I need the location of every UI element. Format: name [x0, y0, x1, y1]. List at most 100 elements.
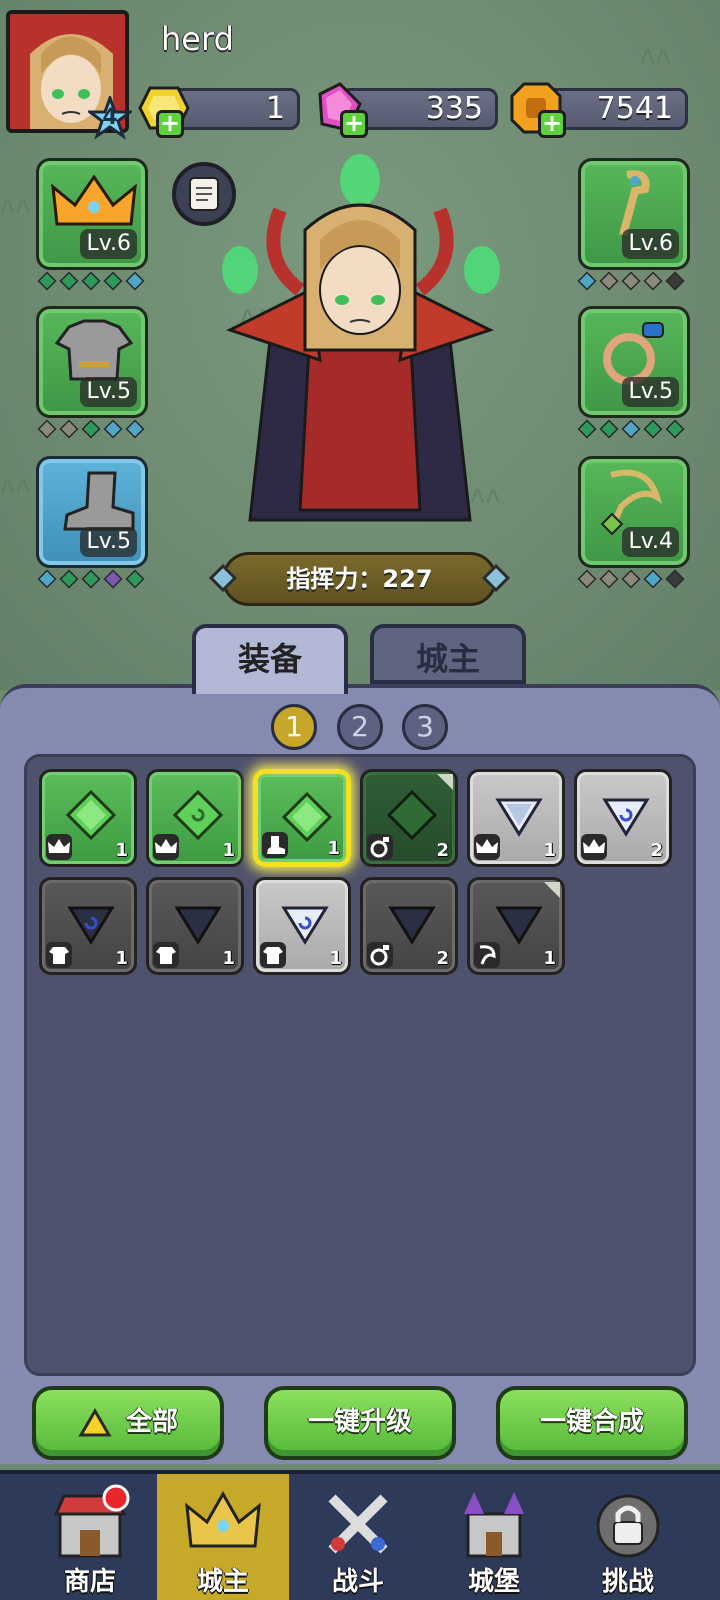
equip-slot-crown[interactable]: Lv.6	[36, 158, 148, 270]
merge-all-button[interactable]: 一键合成	[496, 1386, 688, 1460]
nav-lord[interactable]: 城主	[157, 1474, 289, 1600]
ring-level: Lv.5	[622, 377, 679, 407]
item-count: 2	[436, 948, 449, 969]
ring-gem-sockets	[577, 419, 685, 440]
filter-all-button[interactable]: 全部	[32, 1386, 224, 1460]
inventory-item[interactable]: 1	[467, 769, 565, 867]
item-count: 1	[327, 838, 340, 859]
ring-icon	[367, 942, 393, 968]
gem-socket	[37, 271, 57, 291]
equip-slot-armor[interactable]: Lv.5	[36, 306, 148, 418]
grass-decoration: ʌʌ	[0, 470, 31, 500]
gem-icon	[173, 790, 223, 840]
crown-level: Lv.6	[80, 229, 137, 259]
equip-slot-boots[interactable]: Lv.5	[36, 456, 148, 568]
add-gold-gem-button[interactable]: +	[156, 110, 184, 138]
corner-marker-icon	[437, 774, 453, 790]
lock-icon	[596, 1494, 660, 1558]
armor-icon	[46, 942, 72, 968]
nav-lord-label: 城主	[196, 1567, 249, 1597]
necklace-icon	[474, 942, 500, 968]
gem-socket	[665, 271, 685, 291]
gem-icon	[67, 906, 115, 945]
equip-slot-necklace[interactable]: Lv.4	[578, 456, 690, 568]
crown-icon	[153, 834, 179, 860]
inventory-item[interactable]: 1	[467, 877, 565, 975]
gem-icon	[282, 792, 332, 842]
equip-slot-staff[interactable]: Lv.6	[578, 158, 690, 270]
gem-icon	[495, 798, 543, 837]
nav-shop-label: 商店	[63, 1567, 116, 1597]
item-count: 1	[543, 948, 556, 969]
item-count: 1	[115, 840, 128, 861]
add-coin-button[interactable]: +	[538, 110, 566, 138]
inventory-item[interactable]: 1	[146, 769, 244, 867]
corner-marker-icon	[544, 882, 560, 898]
inventory-item[interactable]: 2	[574, 769, 672, 867]
gem-socket	[125, 569, 145, 589]
crown-icon	[46, 834, 72, 860]
armor-icon	[153, 942, 179, 968]
crown-icon	[581, 834, 607, 860]
inventory-item[interactable]: 1	[39, 769, 137, 867]
gem-icon	[602, 798, 650, 837]
page-3-button[interactable]: 3	[402, 704, 448, 750]
command-power-bar: 指挥力：227	[208, 552, 511, 606]
crown-icon	[474, 834, 500, 860]
inventory-item[interactable]: 1	[253, 877, 351, 975]
gem-socket	[125, 271, 145, 291]
inventory-item[interactable]: 2	[360, 769, 458, 867]
page-1-button[interactable]: 1	[271, 704, 317, 750]
player-level: 4	[102, 105, 118, 130]
gem-socket	[577, 419, 597, 439]
add-pink-gem-button[interactable]: +	[340, 110, 368, 138]
staff-gem-sockets	[577, 271, 685, 292]
inventory-item[interactable]: 1	[39, 877, 137, 975]
nav-castle[interactable]: 城堡	[428, 1474, 560, 1600]
boots-gem-sockets	[37, 569, 145, 590]
armor-icon	[260, 942, 286, 968]
gem-icon	[387, 790, 437, 840]
gem-socket	[59, 569, 79, 589]
item-count: 2	[650, 840, 663, 861]
gem-socket	[59, 271, 79, 291]
necklace-gem-sockets	[577, 569, 685, 590]
filter-all-label: 全部	[125, 1407, 178, 1437]
grass-decoration: ʌʌ	[640, 40, 671, 70]
tab-lord[interactable]: 城主	[370, 624, 526, 684]
player-name: herd	[161, 20, 234, 58]
swords-icon	[328, 1494, 388, 1554]
necklace-level: Lv.4	[622, 527, 679, 557]
diamond-icon	[481, 563, 511, 593]
triangle-icon	[78, 1407, 112, 1436]
gem-socket	[665, 569, 685, 589]
gem-socket	[621, 419, 641, 439]
nav-battle[interactable]: 战斗	[292, 1474, 424, 1600]
page-2-button[interactable]: 2	[337, 704, 383, 750]
nav-challenge[interactable]: 挑战	[562, 1474, 694, 1600]
nav-challenge-label: 挑战	[601, 1567, 654, 1597]
boots-level: Lv.5	[80, 527, 137, 557]
tab-equipment[interactable]: 装备	[192, 624, 348, 694]
inventory-item[interactable]: 1	[253, 769, 351, 867]
item-count: 1	[115, 948, 128, 969]
gem-socket	[643, 569, 663, 589]
shop-icon	[53, 1484, 130, 1558]
gem-socket	[81, 569, 101, 589]
nav-shop[interactable]: 商店	[24, 1474, 156, 1600]
gem-socket	[621, 271, 641, 291]
boots-icon	[262, 832, 288, 858]
hero-character-illustration	[222, 154, 500, 522]
inventory-item[interactable]: 1	[146, 877, 244, 975]
grass-decoration: ʌʌ	[0, 190, 31, 220]
gem-socket	[103, 569, 123, 589]
inventory-item[interactable]: 2	[360, 877, 458, 975]
item-count: 1	[222, 840, 235, 861]
gem-socket	[599, 271, 619, 291]
gem-socket	[621, 569, 641, 589]
equip-slot-ring[interactable]: Lv.5	[578, 306, 690, 418]
gem-icon	[66, 790, 116, 840]
inventory-panel: 1 2 3 11121211121	[0, 684, 720, 1464]
gem-socket	[103, 271, 123, 291]
upgrade-all-button[interactable]: 一键升级	[264, 1386, 456, 1460]
